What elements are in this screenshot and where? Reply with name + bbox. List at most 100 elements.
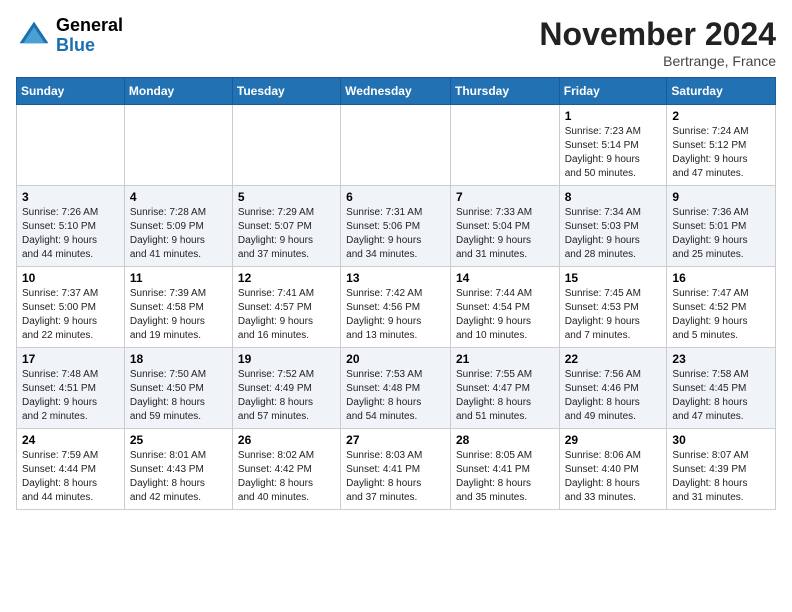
calendar-cell: 18 Sunrise: 7:50 AM Sunset: 4:50 PM Dayli… (124, 348, 232, 429)
calendar-cell: 4Sunrise: 7:28 AM Sunset: 5:09 PM Daylig… (124, 186, 232, 267)
calendar-cell: 1 Sunrise: 7:23 AM Sunset: 5:14 PM Daylig… (559, 105, 667, 186)
day-info: Sunrise: 7:45 AM Sunset: 4:53 PM Dayligh… (565, 287, 662, 343)
calendar-cell: 11 Sunrise: 7:39 AM Sunset: 4:58 PM Dayli… (124, 267, 232, 348)
calendar-cell: 8 Sunrise: 7:34 AM Sunset: 5:03 PM Daylig… (559, 186, 667, 267)
day-info: Sunrise: 7:52 AM Sunset: 4:49 PM Dayligh… (238, 368, 335, 424)
logo-text: General Blue (56, 16, 123, 56)
weekday-header-thursday: Thursday (450, 78, 559, 105)
calendar-cell: 25 Sunrise: 8:01 AM Sunset: 4:43 PM Dayli… (124, 429, 232, 510)
day-number: 30 (672, 433, 770, 447)
day-number: 23 (672, 352, 770, 366)
calendar-cell: 5 Sunrise: 7:29 AM Sunset: 5:07 PM Daylig… (232, 186, 340, 267)
weekday-header-friday: Friday (559, 78, 667, 105)
calendar-cell: 6Sunrise: 7:31 AM Sunset: 5:06 PM Daylig… (341, 186, 451, 267)
calendar-cell (341, 105, 451, 186)
day-number: 8 (565, 190, 662, 204)
day-info: Sunrise: 7:50 AM Sunset: 4:50 PM Dayligh… (130, 368, 227, 424)
day-number: 25 (130, 433, 227, 447)
day-info: Sunrise: 8:01 AM Sunset: 4:43 PM Dayligh… (130, 449, 227, 505)
title-block: November 2024 Bertrange, France (539, 16, 776, 69)
day-number: 18 (130, 352, 227, 366)
calendar-cell (450, 105, 559, 186)
day-number: 9 (672, 190, 770, 204)
logo-general: General (56, 16, 123, 36)
day-info: Sunrise: 8:02 AM Sunset: 4:42 PM Dayligh… (238, 449, 335, 505)
calendar-cell: 22 Sunrise: 7:56 AM Sunset: 4:46 PM Dayli… (559, 348, 667, 429)
calendar-cell (17, 105, 125, 186)
day-info: Sunrise: 8:05 AM Sunset: 4:41 PM Dayligh… (456, 449, 554, 505)
day-number: 5 (238, 190, 335, 204)
calendar-cell: 3 Sunrise: 7:26 AM Sunset: 5:10 PM Daylig… (17, 186, 125, 267)
logo: General Blue (16, 16, 123, 56)
day-number: 3 (22, 190, 119, 204)
day-info: Sunrise: 7:37 AM Sunset: 5:00 PM Dayligh… (22, 287, 119, 343)
day-number: 7 (456, 190, 554, 204)
day-number: 10 (22, 271, 119, 285)
day-info: Sunrise: 7:33 AM Sunset: 5:04 PM Dayligh… (456, 206, 554, 262)
day-number: 28 (456, 433, 554, 447)
calendar-cell: 19 Sunrise: 7:52 AM Sunset: 4:49 PM Dayli… (232, 348, 340, 429)
calendar-cell: 13 Sunrise: 7:42 AM Sunset: 4:56 PM Dayli… (341, 267, 451, 348)
calendar-cell: 16 Sunrise: 7:47 AM Sunset: 4:52 PM Dayli… (667, 267, 776, 348)
day-info: Sunrise: 7:34 AM Sunset: 5:03 PM Dayligh… (565, 206, 662, 262)
calendar-cell (124, 105, 232, 186)
day-info: Sunrise: 7:28 AM Sunset: 5:09 PM Dayligh… (130, 206, 227, 262)
day-number: 1 (565, 109, 662, 123)
weekday-header-monday: Monday (124, 78, 232, 105)
calendar-cell (232, 105, 340, 186)
day-info: Sunrise: 7:58 AM Sunset: 4:45 PM Dayligh… (672, 368, 770, 424)
day-info: Sunrise: 7:41 AM Sunset: 4:57 PM Dayligh… (238, 287, 335, 343)
day-info: Sunrise: 7:55 AM Sunset: 4:47 PM Dayligh… (456, 368, 554, 424)
day-number: 11 (130, 271, 227, 285)
calendar-cell: 12 Sunrise: 7:41 AM Sunset: 4:57 PM Dayli… (232, 267, 340, 348)
day-info: Sunrise: 7:36 AM Sunset: 5:01 PM Dayligh… (672, 206, 770, 262)
day-number: 15 (565, 271, 662, 285)
day-info: Sunrise: 7:48 AM Sunset: 4:51 PM Dayligh… (22, 368, 119, 424)
day-number: 17 (22, 352, 119, 366)
weekday-header-wednesday: Wednesday (341, 78, 451, 105)
day-number: 24 (22, 433, 119, 447)
day-number: 13 (346, 271, 445, 285)
day-number: 22 (565, 352, 662, 366)
calendar-cell: 29Sunrise: 8:06 AM Sunset: 4:40 PM Dayli… (559, 429, 667, 510)
day-number: 12 (238, 271, 335, 285)
calendar-cell: 9 Sunrise: 7:36 AM Sunset: 5:01 PM Daylig… (667, 186, 776, 267)
calendar-cell: 14 Sunrise: 7:44 AM Sunset: 4:54 PM Dayli… (450, 267, 559, 348)
day-number: 27 (346, 433, 445, 447)
day-number: 19 (238, 352, 335, 366)
weekday-header-sunday: Sunday (17, 78, 125, 105)
day-info: Sunrise: 8:07 AM Sunset: 4:39 PM Dayligh… (672, 449, 770, 505)
calendar-cell: 21 Sunrise: 7:55 AM Sunset: 4:47 PM Dayli… (450, 348, 559, 429)
day-number: 16 (672, 271, 770, 285)
calendar-cell: 23 Sunrise: 7:58 AM Sunset: 4:45 PM Dayli… (667, 348, 776, 429)
weekday-header-tuesday: Tuesday (232, 78, 340, 105)
day-info: Sunrise: 7:44 AM Sunset: 4:54 PM Dayligh… (456, 287, 554, 343)
logo-icon (16, 18, 52, 54)
day-info: Sunrise: 7:47 AM Sunset: 4:52 PM Dayligh… (672, 287, 770, 343)
calendar-cell: 28 Sunrise: 8:05 AM Sunset: 4:41 PM Dayli… (450, 429, 559, 510)
day-info: Sunrise: 7:23 AM Sunset: 5:14 PM Dayligh… (565, 125, 662, 181)
day-number: 20 (346, 352, 445, 366)
logo-blue: Blue (56, 36, 123, 56)
day-number: 14 (456, 271, 554, 285)
day-info: Sunrise: 8:03 AM Sunset: 4:41 PM Dayligh… (346, 449, 445, 505)
page-header: General Blue November 2024 Bertrange, Fr… (16, 16, 776, 69)
day-number: 2 (672, 109, 770, 123)
month-title: November 2024 (539, 16, 776, 53)
day-number: 29 (565, 433, 662, 447)
calendar-cell: 15 Sunrise: 7:45 AM Sunset: 4:53 PM Dayli… (559, 267, 667, 348)
day-info: Sunrise: 7:42 AM Sunset: 4:56 PM Dayligh… (346, 287, 445, 343)
day-info: Sunrise: 7:53 AM Sunset: 4:48 PM Dayligh… (346, 368, 445, 424)
calendar-cell: 27 Sunrise: 8:03 AM Sunset: 4:41 PM Dayli… (341, 429, 451, 510)
calendar-cell: 7 Sunrise: 7:33 AM Sunset: 5:04 PM Daylig… (450, 186, 559, 267)
calendar-cell: 20 Sunrise: 7:53 AM Sunset: 4:48 PM Dayli… (341, 348, 451, 429)
day-number: 6 (346, 190, 445, 204)
day-info: Sunrise: 7:26 AM Sunset: 5:10 PM Dayligh… (22, 206, 119, 262)
location: Bertrange, France (539, 53, 776, 69)
day-number: 21 (456, 352, 554, 366)
calendar-cell: 2Sunrise: 7:24 AM Sunset: 5:12 PM Daylig… (667, 105, 776, 186)
day-info: Sunrise: 7:39 AM Sunset: 4:58 PM Dayligh… (130, 287, 227, 343)
day-info: Sunrise: 7:56 AM Sunset: 4:46 PM Dayligh… (565, 368, 662, 424)
day-info: Sunrise: 7:29 AM Sunset: 5:07 PM Dayligh… (238, 206, 335, 262)
calendar-cell: 10 Sunrise: 7:37 AM Sunset: 5:00 PM Dayli… (17, 267, 125, 348)
